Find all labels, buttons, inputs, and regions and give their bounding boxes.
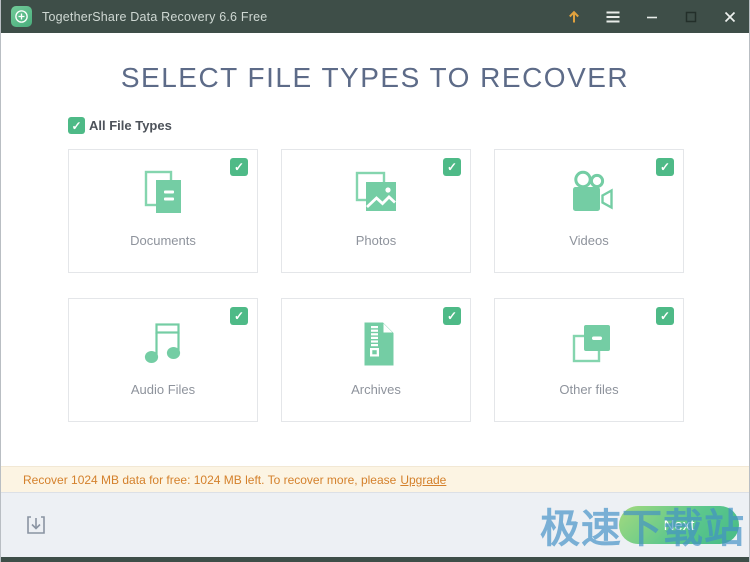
photos-icon [348,166,404,224]
file-type-card-archives[interactable]: Archives [281,298,471,422]
minimize-button[interactable] [632,0,671,33]
menu-button[interactable] [593,0,632,33]
videos-icon [561,166,617,224]
file-type-card-videos[interactable]: Videos [494,149,684,273]
upgrade-link[interactable]: Upgrade [400,473,446,487]
photos-checkbox[interactable] [443,158,461,176]
notice-text: Recover 1024 MB data for free: 1024 MB l… [23,473,396,487]
file-type-card-other-files[interactable]: Other files [494,298,684,422]
other-files-checkbox[interactable] [656,307,674,325]
minimize-icon [645,10,659,24]
update-button[interactable] [554,0,593,33]
window-title: TogetherShare Data Recovery 6.6 Free [42,10,267,24]
up-arrow-icon [566,9,582,25]
maximize-button[interactable] [671,0,710,33]
file-type-card-audio-files[interactable]: Audio Files [68,298,258,422]
card-label: Documents [130,233,196,248]
audio-files-checkbox[interactable] [230,307,248,325]
main-content: SELECT FILE TYPES TO RECOVER All File Ty… [1,33,749,466]
close-button[interactable] [710,0,749,33]
card-label: Other files [559,382,618,397]
archives-checkbox[interactable] [443,307,461,325]
next-button[interactable]: Next [619,506,739,544]
hamburger-icon [605,10,621,24]
archives-icon [348,315,404,373]
app-logo-icon [11,6,32,27]
card-label: Archives [351,382,401,397]
card-label: Photos [356,233,396,248]
window-bottom-border [1,557,749,562]
other-files-icon [561,315,617,373]
documents-checkbox[interactable] [230,158,248,176]
audio-icon [135,315,191,373]
card-label: Audio Files [131,382,195,397]
free-quota-notice: Recover 1024 MB data for free: 1024 MB l… [1,466,749,492]
videos-checkbox[interactable] [656,158,674,176]
close-icon [723,10,737,24]
download-button[interactable] [23,512,49,538]
all-file-types-checkbox-row[interactable]: All File Types [68,117,682,134]
card-label: Videos [569,233,609,248]
download-icon [24,513,48,537]
titlebar: TogetherShare Data Recovery 6.6 Free [1,0,749,33]
footer-bar: Next [1,492,749,557]
file-type-card-photos[interactable]: Photos [281,149,471,273]
page-title: SELECT FILE TYPES TO RECOVER [68,62,682,94]
maximize-icon [684,10,698,24]
app-window: TogetherShare Data Recovery 6.6 Free [0,0,750,562]
all-file-types-label: All File Types [89,118,172,133]
file-type-card-documents[interactable]: Documents [68,149,258,273]
documents-icon [135,166,191,224]
window-controls [554,0,749,33]
file-type-grid: Documents Photos [68,149,682,422]
all-file-types-checkbox[interactable] [68,117,85,134]
